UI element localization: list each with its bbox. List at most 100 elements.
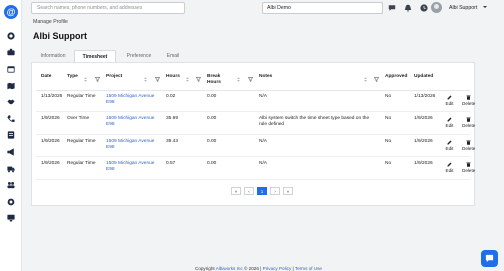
cell-hours: 39.43 bbox=[166, 139, 179, 144]
chat-button[interactable] bbox=[481, 250, 498, 267]
column-header-updated[interactable]: Updated bbox=[414, 74, 433, 80]
cell-type: Regular Time bbox=[67, 139, 96, 144]
delete-button[interactable]: Delete bbox=[462, 162, 475, 173]
delete-button[interactable]: Delete bbox=[462, 117, 475, 128]
first-page-button[interactable]: « bbox=[231, 187, 241, 195]
megaphone-icon[interactable] bbox=[7, 148, 15, 156]
tab-information[interactable]: Information bbox=[33, 50, 73, 62]
chat-bubble-icon[interactable] bbox=[388, 4, 396, 12]
project-line-2: E98 bbox=[106, 167, 115, 172]
briefcase-icon[interactable] bbox=[7, 48, 15, 56]
phone-icon[interactable] bbox=[7, 115, 15, 123]
app-logo[interactable]: @ bbox=[4, 5, 18, 19]
truck-icon[interactable] bbox=[7, 165, 15, 173]
sort-icon[interactable] bbox=[83, 77, 88, 82]
edit-label: Edit bbox=[445, 101, 454, 106]
delete-label: Delete bbox=[462, 123, 476, 128]
filter-icon[interactable] bbox=[247, 77, 254, 82]
cell-approved: No bbox=[385, 94, 392, 99]
cell-project-link[interactable]: 1509 Michigan Avenue E98 bbox=[106, 116, 154, 128]
footer-brand-link[interactable]: Albiworks Inc bbox=[216, 266, 243, 271]
footer: Copyright Albiworks Inc © 2026 | Privacy… bbox=[195, 266, 322, 271]
footer-copyright: Copyright bbox=[195, 266, 216, 271]
cell-notes: N/A bbox=[259, 94, 267, 100]
search-box bbox=[31, 2, 185, 14]
page-button-current[interactable]: 1 bbox=[257, 187, 267, 195]
sort-icon[interactable] bbox=[236, 77, 241, 82]
breadcrumb[interactable]: Manage Profile bbox=[33, 19, 68, 25]
sort-icon[interactable] bbox=[143, 77, 148, 82]
filter-icon[interactable] bbox=[373, 77, 380, 82]
dashboard-icon[interactable] bbox=[7, 32, 15, 40]
project-line-2: E98 bbox=[106, 122, 115, 127]
privacy-policy-link[interactable]: Privacy Policy bbox=[263, 266, 292, 271]
column-header-type[interactable]: Type bbox=[67, 74, 78, 80]
column-header-notes[interactable]: Notes bbox=[259, 74, 272, 80]
sort-icon[interactable] bbox=[185, 77, 190, 82]
cell-type: Regular Time bbox=[67, 161, 96, 166]
delete-button[interactable]: Delete bbox=[462, 95, 475, 106]
cell-notes: N/A bbox=[259, 139, 267, 145]
search-input[interactable] bbox=[32, 3, 184, 13]
cell-type: Regular Time bbox=[67, 94, 96, 99]
sort-icon[interactable] bbox=[363, 77, 368, 82]
tab-email[interactable]: Email bbox=[159, 50, 187, 62]
company-selector[interactable]: Albi Demo bbox=[262, 2, 383, 14]
invoice-icon[interactable] bbox=[7, 131, 15, 139]
cell-project-link[interactable]: 1509 Michigan Avenue E98 bbox=[106, 94, 154, 106]
last-page-button[interactable]: » bbox=[283, 187, 293, 195]
user-menu-name[interactable]: Albi Support bbox=[449, 5, 477, 11]
edit-button[interactable]: Edit bbox=[443, 162, 456, 173]
project-line-1: 1509 Michigan Avenue bbox=[106, 94, 155, 99]
edit-button[interactable]: Edit bbox=[443, 95, 456, 106]
settings-icon[interactable] bbox=[7, 198, 15, 206]
cell-hours: 35.99 bbox=[166, 116, 179, 121]
next-page-button[interactable]: › bbox=[270, 187, 280, 195]
cell-project-link[interactable]: 1509 Michigan Avenue E98 bbox=[106, 139, 154, 151]
calendar-icon[interactable] bbox=[7, 65, 15, 73]
cell-notes: N/A bbox=[259, 161, 267, 167]
column-header-hours[interactable]: Hours bbox=[166, 74, 180, 80]
cell-break-hours: 0.00 bbox=[207, 116, 217, 121]
filter-icon[interactable] bbox=[195, 77, 202, 82]
cell-date: 1/9/2026 bbox=[41, 161, 60, 166]
avatar[interactable] bbox=[431, 2, 442, 13]
header-divider bbox=[36, 90, 470, 91]
project-line-1: 1509 Michigan Avenue bbox=[106, 161, 155, 166]
filter-icon[interactable] bbox=[94, 77, 101, 82]
delete-button[interactable]: Delete bbox=[462, 140, 475, 151]
terms-of-use-link[interactable]: Terms of Use bbox=[295, 266, 322, 271]
monitor-icon[interactable] bbox=[7, 214, 15, 222]
tab-timesheet[interactable]: Timesheet bbox=[74, 50, 116, 62]
edit-button[interactable]: Edit bbox=[443, 140, 456, 151]
row-divider bbox=[36, 111, 470, 112]
prev-page-button[interactable]: ‹ bbox=[244, 187, 254, 195]
delete-label: Delete bbox=[462, 101, 476, 106]
cell-hours: 0.57 bbox=[166, 161, 176, 166]
map-icon[interactable] bbox=[7, 82, 15, 90]
column-header-date[interactable]: Date bbox=[41, 74, 51, 80]
project-line-1: 1509 Michigan Avenue bbox=[106, 139, 155, 144]
column-header-break-hours[interactable]: Break Hours bbox=[207, 74, 221, 86]
cell-project-link[interactable]: 1509 Michigan Avenue E98 bbox=[106, 161, 154, 173]
column-header-project[interactable]: Project bbox=[106, 74, 122, 80]
pencil-icon bbox=[447, 95, 452, 100]
top-bar: Albi Demo Albi Support bbox=[22, 0, 504, 16]
edit-button[interactable]: Edit bbox=[443, 117, 456, 128]
edit-label: Edit bbox=[445, 123, 454, 128]
edit-label: Edit bbox=[445, 146, 454, 151]
team-icon[interactable] bbox=[7, 181, 15, 189]
sidebar: @ bbox=[0, 0, 22, 271]
handshake-icon[interactable] bbox=[7, 98, 15, 106]
clock-icon[interactable] bbox=[420, 4, 428, 12]
tab-preference[interactable]: Preference bbox=[119, 50, 159, 62]
cell-hours: 0.02 bbox=[166, 94, 176, 99]
bell-icon[interactable] bbox=[404, 4, 412, 12]
cell-break-hours: 0.00 bbox=[207, 161, 217, 166]
pencil-icon bbox=[447, 117, 452, 122]
break-hours-line-1: Break bbox=[207, 74, 221, 79]
notes-line-2: rule defined bbox=[259, 122, 285, 127]
filter-icon[interactable] bbox=[154, 77, 161, 82]
chevron-down-icon[interactable] bbox=[483, 6, 487, 8]
column-header-approved[interactable]: Approved bbox=[385, 74, 407, 80]
